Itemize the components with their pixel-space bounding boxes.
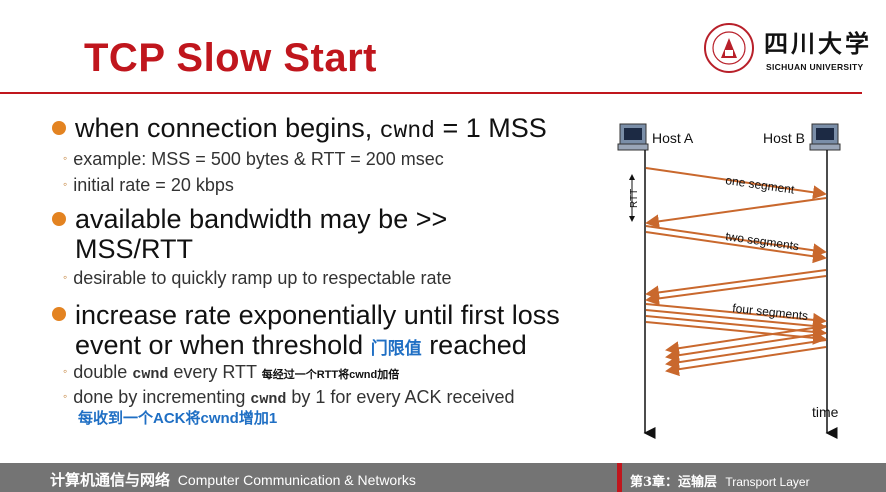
bullet-dot xyxy=(52,307,66,321)
sub-bullet-text: every RTT xyxy=(168,362,262,382)
university-name-en: SICHUAN UNIVERSITY xyxy=(766,62,864,72)
sub-bullet: ◦ desirable to quickly ramp up to respect… xyxy=(63,268,452,288)
host-b-label: Host B xyxy=(763,130,805,146)
bullet-3-line2-text: event or when threshold xyxy=(75,330,371,360)
sub-bullet-text: by 1 for every ACK received xyxy=(286,387,515,407)
cwnd-code: cwnd xyxy=(132,366,169,383)
computer-icon xyxy=(809,123,841,151)
host-a-label: Host A xyxy=(652,130,694,146)
threshold-cn-label: 门限值 xyxy=(370,339,422,358)
cn-note-ack: 每收到一个ACK将cwnd增加1 xyxy=(78,410,278,427)
ack-arrow xyxy=(645,197,827,229)
slow-start-diagram: Host A Host B RTT one segment two segmen… xyxy=(617,123,841,439)
footer-chapter: 第3章：运输层 Transport Layer xyxy=(630,471,810,490)
rtt-marker: RTT xyxy=(629,174,640,222)
footer-course: 计算机通信与网络 Computer Communication & Networ… xyxy=(50,469,416,490)
sub-bullet-text: example: MSS = 500 bytes & RTT = 200 mse… xyxy=(73,149,444,169)
footer-chapter-en: Transport Layer xyxy=(725,475,810,489)
bullet-2: available bandwidth may be >> MSS/RTT xyxy=(75,204,447,264)
cn-note: 每经过一个RTT将cwnd加倍 xyxy=(261,369,400,381)
bullet-dot xyxy=(52,212,66,226)
bullet-3: increase rate exponentially until first … xyxy=(75,300,560,364)
sub-bullet: ◦ initial rate = 20 kbps xyxy=(63,175,234,195)
title-divider xyxy=(0,92,862,94)
sub-bullet-text: done by incrementing xyxy=(73,387,251,407)
bullet-1: when connection begins, cwnd = 1 MSS xyxy=(75,113,547,146)
sub-bullet-text: double xyxy=(73,362,133,382)
university-name-cn: 四川大学 xyxy=(764,29,872,58)
sub-bullet: ◦ double cwnd every RTT 每经过一个RTT将cwnd加倍 xyxy=(63,362,400,383)
cwnd-code: cwnd xyxy=(250,391,287,408)
footer-course-en: Computer Communication & Networks xyxy=(177,472,416,488)
ack-arrow xyxy=(665,332,827,363)
ack-arrow xyxy=(665,339,827,370)
footer-course-cn: 计算机通信与网络 xyxy=(50,472,171,489)
bullet-dot xyxy=(52,121,66,135)
ack-arrow xyxy=(645,275,827,306)
bullet-1-text-end: = 1 MSS xyxy=(434,113,547,143)
sub-bullet-text: initial rate = 20 kbps xyxy=(73,175,234,195)
bullet-3-line1: increase rate exponentially until first … xyxy=(75,300,560,330)
cwnd-code: cwnd xyxy=(379,118,435,144)
bullet-2-line2: MSS/RTT xyxy=(75,234,194,264)
footer-divider xyxy=(617,463,622,492)
sub-bullet: ◦ example: MSS = 500 bytes & RTT = 200 ms… xyxy=(63,149,444,169)
sub-bullet-text: desirable to quickly ramp up to respecta… xyxy=(73,268,452,288)
one-segment-label: one segment xyxy=(725,173,796,197)
ack-arrow xyxy=(665,325,827,356)
slide-title: TCP Slow Start xyxy=(84,36,377,80)
bullet-1-text: when connection begins, xyxy=(75,113,380,143)
footer-chapter-cn: 第3章：运输层 xyxy=(630,475,718,490)
rtt-label: RTT xyxy=(629,189,640,208)
computer-icon xyxy=(617,123,649,151)
ack-arrow xyxy=(665,346,827,377)
bullet-3-line2-end: reached xyxy=(421,330,527,360)
bullet-3-line2: event or when threshold 门限值 reached xyxy=(75,330,560,364)
time-label: time xyxy=(812,404,839,420)
bullet-2-line1: available bandwidth may be >> xyxy=(75,204,448,234)
ack-arrow xyxy=(645,269,827,300)
